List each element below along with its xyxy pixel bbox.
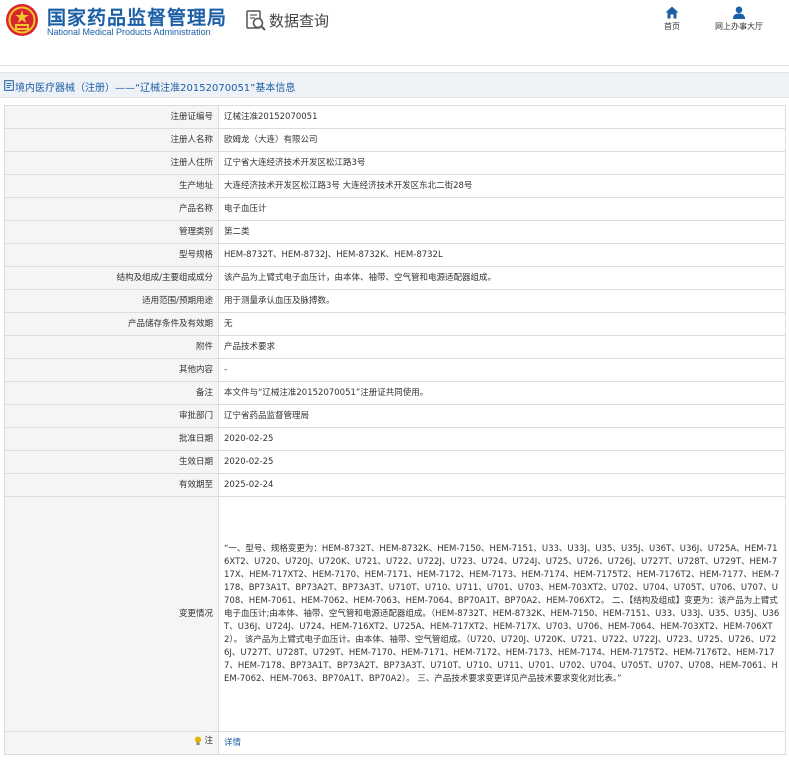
field-label: 产品储存条件及有效期: [4, 312, 219, 336]
table-row: 有效期至 2025-02-24: [4, 473, 786, 497]
user-icon: [732, 6, 746, 19]
table-row: 生效日期 2020-02-25: [4, 450, 786, 474]
table-row: 批准日期 2020-02-25: [4, 427, 786, 451]
note-label-cell: 注: [4, 731, 219, 755]
registration-details-table: 注册证编号 辽械注准20152070051 注册人名称 欧姆龙（大连）有限公司 注册…: [4, 105, 786, 755]
table-row: 注册人住所 辽宁省大连经济技术开发区松江路3号: [4, 151, 786, 175]
note-label-wrap: 注: [194, 735, 213, 748]
record-title-bar: 境内医疗器械（注册）——“辽械注准20152070051”基本信息: [0, 72, 789, 98]
home-icon: [665, 6, 679, 19]
record-title: 境内医疗器械（注册）——“辽械注准20152070051”基本信息: [15, 83, 296, 94]
field-label: 生效日期: [4, 450, 219, 474]
field-value: 辽宁省药品监督管理局: [218, 404, 786, 428]
table-row: 生产地址 大连经济技术开发区松江路3号 大连经济技术开发区东北二街28号: [4, 174, 786, 198]
field-value: 大连经济技术开发区松江路3号 大连经济技术开发区东北二街28号: [218, 174, 786, 198]
field-label: 管理类别: [4, 220, 219, 244]
field-label: 其他内容: [4, 358, 219, 382]
nav-online-office-label: 网上办事大厅: [715, 22, 763, 31]
field-value: 2020-02-25: [218, 450, 786, 474]
table-row: 结构及组成/主要组成成分 该产品为上臂式电子血压计，由本体、袖带、空气管和电源适配…: [4, 266, 786, 290]
table-row: 备注 本文件与“辽械注准20152070051”注册证共同使用。: [4, 381, 786, 405]
table-row: 附件 产品技术要求: [4, 335, 786, 359]
field-value: 产品技术要求: [218, 335, 786, 359]
field-value: 该产品为上臂式电子血压计，由本体、袖带、空气管和电源适配器组成。: [218, 266, 786, 290]
field-label: 注册人住所: [4, 151, 219, 175]
field-label: 注册证编号: [4, 105, 219, 129]
change-history-cell: “一、型号、规格变更为：HEM-8732T、HEM-8732K、HEM-7150…: [218, 496, 786, 732]
table-row: 注册人名称 欧姆龙（大连）有限公司: [4, 128, 786, 152]
data-query-title: 数据查询: [269, 12, 330, 30]
field-value: 2025-02-24: [218, 473, 786, 497]
change-history-text: “一、型号、规格变更为：HEM-8732T、HEM-8732K、HEM-7150…: [224, 543, 780, 684]
field-value: 电子血压计: [218, 197, 786, 221]
note-label: 注: [204, 735, 213, 746]
change-history-label: 变更情况: [4, 496, 219, 732]
field-label: 结构及组成/主要组成成分: [4, 266, 219, 290]
table-row-note: 注 详情: [4, 731, 786, 755]
field-value: -: [218, 358, 786, 382]
field-value: HEM-8732T、HEM-8732J、HEM-8732K、HEM-8732L: [218, 243, 786, 267]
field-label: 产品名称: [4, 197, 219, 221]
field-label: 审批部门: [4, 404, 219, 428]
field-value: 辽宁省大连经济技术开发区松江路3号: [218, 151, 786, 175]
table-row: 管理类别 第二类: [4, 220, 786, 244]
table-row: 产品名称 电子血压计: [4, 197, 786, 221]
field-label: 生产地址: [4, 174, 219, 198]
field-label: 有效期至: [4, 473, 219, 497]
nav-home-label: 首页: [664, 22, 680, 31]
header-divider: [0, 46, 789, 66]
field-label: 注册人名称: [4, 128, 219, 152]
site-logo-subtitle: National Medical Products Administration: [47, 27, 211, 37]
field-value: 2020-02-25: [218, 427, 786, 451]
document-icon: [4, 80, 14, 91]
nav-home[interactable]: 首页: [658, 6, 686, 32]
details-link[interactable]: 详情: [224, 738, 241, 748]
field-label: 批准日期: [4, 427, 219, 451]
table-row-change-history: 变更情况 “一、型号、规格变更为：HEM-8732T、HEM-8732K、HEM…: [4, 496, 786, 732]
field-label: 附件: [4, 335, 219, 359]
field-label: 型号规格: [4, 243, 219, 267]
magnifier-document-icon: [246, 10, 266, 31]
field-value: 用于测量承认血压及脉搏数。: [218, 289, 786, 313]
table-row: 审批部门 辽宁省药品监督管理局: [4, 404, 786, 428]
table-row: 产品储存条件及有效期无: [4, 312, 786, 336]
field-label: 备注: [4, 381, 219, 405]
site-header: 国家药品监督管理局 National Medical Products Admi…: [0, 0, 789, 46]
field-value: 本文件与“辽械注准20152070051”注册证共同使用。: [218, 381, 786, 405]
lightbulb-icon: [195, 736, 202, 746]
table-row: 适用范围/预期用途 用于测量承认血压及脉搏数。: [4, 289, 786, 313]
national-emblem-icon: [6, 4, 38, 36]
table-row: 其他内容 -: [4, 358, 786, 382]
nav-online-office[interactable]: 网上办事大厅: [708, 6, 770, 32]
table-row: 型号规格 HEM-8732T、HEM-8732J、HEM-8732K、HEM-87…: [4, 243, 786, 267]
table-row: 注册证编号 辽械注准20152070051: [4, 105, 786, 129]
field-value: 欧姆龙（大连）有限公司: [218, 128, 786, 152]
site-logo-title[interactable]: 国家药品监督管理局: [47, 3, 227, 30]
field-value: 第二类: [218, 220, 786, 244]
note-value-cell: 详情: [218, 731, 786, 755]
field-value: 辽械注准20152070051: [218, 105, 786, 129]
field-value: 无: [218, 312, 786, 336]
field-label: 适用范围/预期用途: [4, 289, 219, 313]
